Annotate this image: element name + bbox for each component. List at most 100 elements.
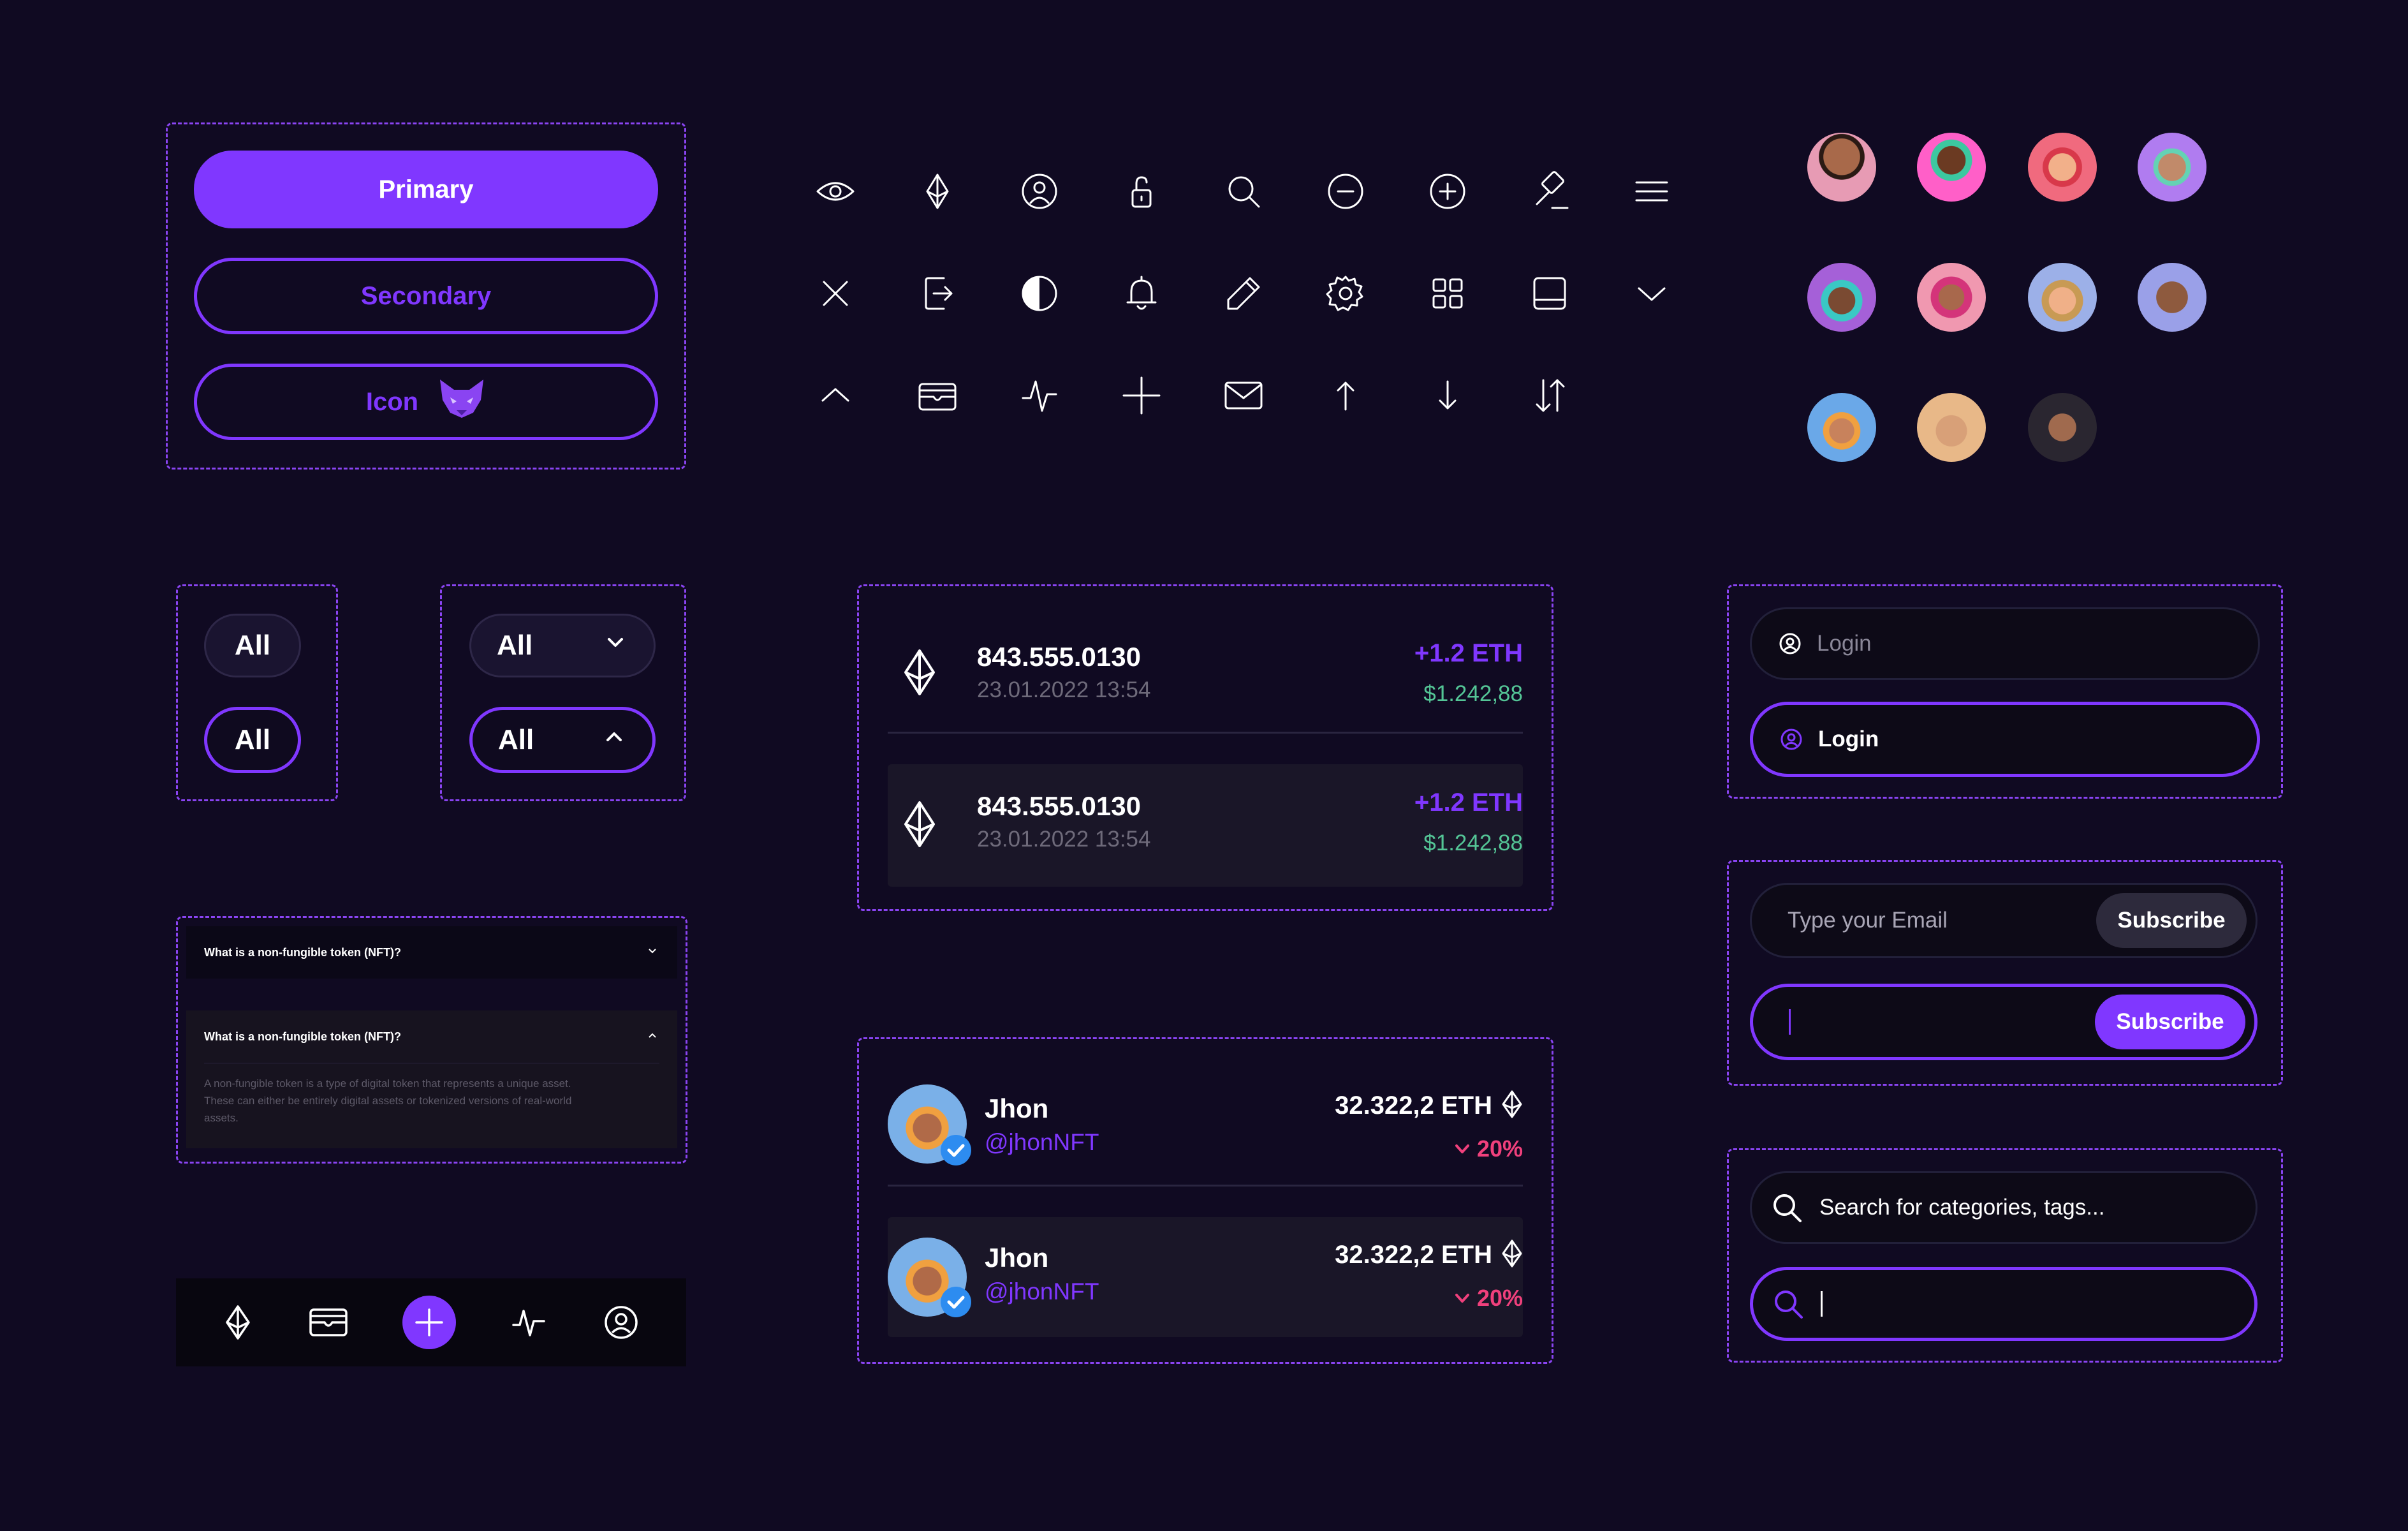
avatar[interactable]: [2028, 393, 2097, 462]
faq-question: What is a non-fungible token (NFT)?: [204, 1030, 401, 1043]
eye-icon[interactable]: [810, 166, 861, 217]
avatar[interactable]: [2028, 263, 2097, 332]
contrast-icon[interactable]: [1014, 268, 1065, 319]
secondary-button[interactable]: Secondary: [194, 258, 658, 334]
logout-icon[interactable]: [912, 268, 963, 319]
avatar[interactable]: [1807, 133, 1876, 202]
avatar[interactable]: [1917, 393, 1986, 462]
verified-badge-icon: [939, 1133, 973, 1171]
avatar[interactable]: [2028, 133, 2097, 202]
filter-chip[interactable]: All: [204, 614, 301, 677]
chevron-down-icon[interactable]: [1626, 268, 1677, 319]
filter-chip-label: All: [234, 724, 271, 755]
filter-chip-active[interactable]: All: [204, 707, 301, 773]
primary-button-label: Primary: [378, 175, 474, 203]
sort-arrows-icon[interactable]: [1524, 370, 1575, 421]
chevron-down-icon: [603, 630, 628, 662]
subscribe-field-active[interactable]: Subscribe: [1750, 984, 2258, 1060]
search-icon[interactable]: [1218, 166, 1269, 217]
plus-circle-icon[interactable]: [1422, 166, 1473, 217]
faq-answer: A non-fungible token is a type of digita…: [204, 1077, 571, 1090]
user-handle: @jhonNFT: [985, 1129, 1099, 1155]
ethereum-icon: [1501, 1090, 1523, 1122]
grid-icon[interactable]: [1422, 268, 1473, 319]
subscribe-button-label: Subscribe: [2116, 1009, 2224, 1034]
gear-icon[interactable]: [1320, 268, 1371, 319]
arrow-up-icon[interactable]: [1320, 370, 1371, 421]
transaction-amount: 843.555.0130: [977, 642, 1141, 672]
user-handle: @jhonNFT: [985, 1278, 1099, 1305]
pen-icon[interactable]: [1218, 268, 1269, 319]
filter-dropdown-open[interactable]: All: [469, 707, 656, 773]
icon-button[interactable]: Icon: [194, 364, 658, 440]
activity-icon[interactable]: [1014, 370, 1065, 421]
wallet-icon[interactable]: [308, 1305, 349, 1340]
avatar[interactable]: [2138, 263, 2206, 332]
avatar[interactable]: [2138, 133, 2206, 202]
icon-button-label: Icon: [365, 387, 419, 416]
chevron-up-icon[interactable]: [810, 370, 861, 421]
transaction-row-hover[interactable]: 843.555.0130 23.01.2022 13:54 +1.2 ETH $…: [888, 764, 1523, 887]
transaction-eth-change: +1.2 ETH: [1414, 639, 1523, 667]
avatar[interactable]: [1807, 263, 1876, 332]
minus-circle-icon[interactable]: [1320, 166, 1371, 217]
filter-dropdown[interactable]: All: [469, 614, 656, 677]
secondary-button-label: Secondary: [360, 281, 492, 310]
subscribe-button[interactable]: Subscribe: [2095, 995, 2245, 1049]
search-input-active[interactable]: [1750, 1267, 2258, 1341]
faq-item[interactable]: What is a non-fungible token (NFT)?: [186, 926, 677, 979]
tablet-icon[interactable]: [1524, 268, 1575, 319]
user-row-hover[interactable]: Jhon @jhonNFT 32.322,2 ETH 20%: [888, 1217, 1523, 1337]
filter-chip-label: All: [234, 630, 271, 661]
transaction-date: 23.01.2022 13:54: [977, 677, 1151, 702]
subscribe-field[interactable]: Type your Email Subscribe: [1750, 883, 2258, 958]
menu-icon[interactable]: [1626, 166, 1677, 217]
avatar[interactable]: [1917, 133, 1986, 202]
add-button[interactable]: [402, 1296, 456, 1349]
ethereum-icon[interactable]: [912, 166, 963, 217]
faq-answer: assets.: [204, 1112, 239, 1124]
search-placeholder: Search for categories, tags...: [1819, 1195, 2105, 1220]
chevron-down-icon: [1453, 1289, 1472, 1308]
transaction-date: 23.01.2022 13:54: [977, 827, 1151, 852]
user-change-value: 20%: [1476, 1285, 1523, 1311]
wallet-icon[interactable]: [912, 370, 963, 421]
primary-button[interactable]: Primary: [194, 151, 658, 228]
activity-icon[interactable]: [510, 1303, 548, 1342]
user-name: Jhon: [985, 1243, 1049, 1273]
fox-icon: [437, 378, 486, 425]
transaction-usd: $1.242,88: [1423, 681, 1523, 706]
gavel-icon[interactable]: [1524, 166, 1575, 217]
user-change: 20%: [1453, 1135, 1523, 1162]
search-input[interactable]: Search for categories, tags...: [1750, 1171, 2258, 1244]
mail-icon[interactable]: [1218, 370, 1269, 421]
subscribe-placeholder: Type your Email: [1788, 908, 1948, 933]
subscribe-button-label: Subscribe: [2117, 908, 2226, 933]
avatar[interactable]: [1807, 393, 1876, 462]
user-name: Jhon: [985, 1093, 1049, 1123]
arrow-down-icon[interactable]: [1422, 370, 1473, 421]
search-icon: [1771, 1287, 1805, 1321]
login-field[interactable]: Login: [1750, 607, 2260, 680]
ethereum-icon: [902, 800, 937, 852]
avatar[interactable]: [1917, 263, 1986, 332]
close-icon[interactable]: [810, 268, 861, 319]
faq-item-open[interactable]: What is a non-fungible token (NFT)? A no…: [186, 1010, 677, 1148]
ethereum-icon[interactable]: [222, 1303, 254, 1342]
bell-icon[interactable]: [1116, 268, 1167, 319]
user-row[interactable]: Jhon @jhonNFT 32.322,2 ETH 20%: [888, 1069, 1523, 1187]
user-circle-icon[interactable]: [1014, 166, 1065, 217]
chevron-up-icon: [645, 1028, 659, 1046]
plus-icon[interactable]: [1116, 370, 1167, 421]
faq-answer: These can either be entirely digital ass…: [204, 1095, 572, 1107]
user-change-value: 20%: [1476, 1135, 1523, 1162]
user-circle-icon: [1777, 631, 1803, 656]
subscribe-button[interactable]: Subscribe: [2096, 893, 2247, 948]
chevron-down-icon: [1453, 1139, 1472, 1158]
user-eth: 32.322,2 ETH: [1335, 1241, 1492, 1269]
login-field-active[interactable]: Login: [1750, 702, 2260, 777]
transaction-row[interactable]: 843.555.0130 23.01.2022 13:54 +1.2 ETH $…: [888, 611, 1523, 734]
user-eth: 32.322,2 ETH: [1335, 1091, 1492, 1120]
unlock-icon[interactable]: [1116, 166, 1167, 217]
user-circle-icon[interactable]: [602, 1303, 640, 1342]
